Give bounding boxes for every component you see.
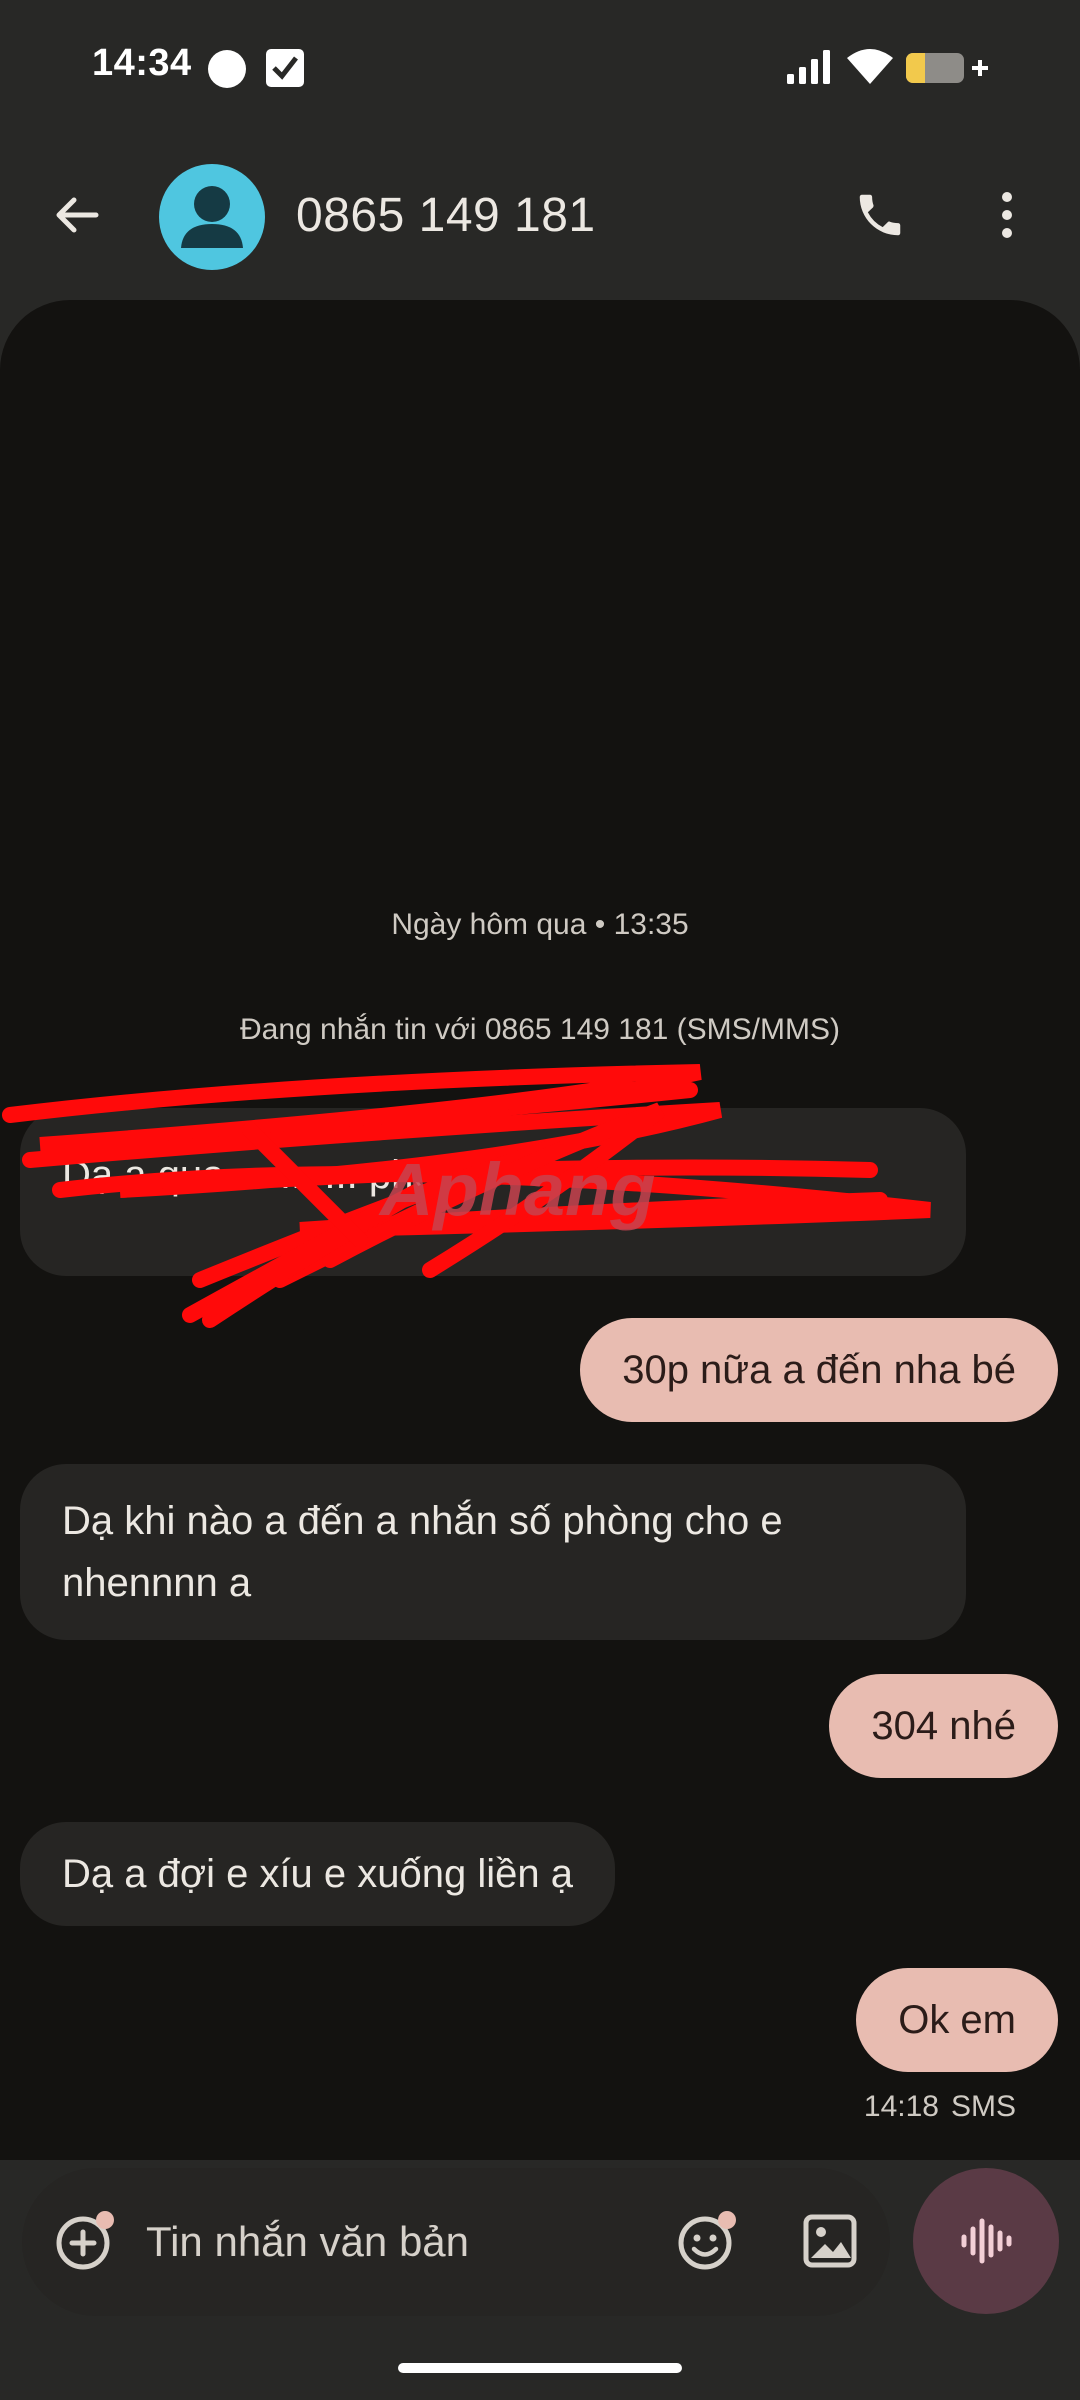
- compose-bar: [22, 2168, 890, 2316]
- contact-avatar[interactable]: [159, 164, 265, 270]
- emoji-icon[interactable]: [674, 2208, 740, 2274]
- message-text: Dạ a đợi e xíu e xuống liền ạ: [62, 1852, 573, 1896]
- message-bubble-outgoing[interactable]: 30p nữa a đến nha bé: [580, 1318, 1058, 1422]
- message-text: 30p nữa a đến nha bé: [622, 1348, 1016, 1392]
- message-time: 14:18: [863, 2090, 939, 2123]
- redaction-scribble: Aphang: [2, 1064, 931, 1328]
- signal-icon: [787, 50, 830, 84]
- watermark-text: Aphang: [378, 1148, 655, 1231]
- date-separator: Ngày hôm qua • 13:35: [391, 908, 689, 941]
- call-button[interactable]: [845, 180, 915, 250]
- person-icon: [181, 186, 243, 248]
- phone-icon: [859, 194, 901, 236]
- add-circle-icon[interactable]: [52, 2208, 118, 2274]
- message-bubble-outgoing[interactable]: Ok em: [856, 1968, 1058, 2072]
- message-text: Ok em: [898, 1998, 1016, 2042]
- message-text: 304 nhé: [871, 1704, 1016, 1748]
- notification-dot-icon: [208, 50, 246, 88]
- voice-message-button[interactable]: [913, 2168, 1059, 2314]
- arrow-left-icon: [56, 197, 99, 233]
- battery-charging-icon: [906, 53, 988, 83]
- message-timestamp: 14:18 SMS: [852, 2090, 1016, 2124]
- status-time: 14:34: [92, 42, 192, 84]
- message-bubble-outgoing[interactable]: 304 nhé: [829, 1674, 1058, 1778]
- message-text: Dạ khi nào a đến a nhắn số phòng cho e n…: [62, 1499, 783, 1605]
- image-icon[interactable]: [797, 2208, 863, 2274]
- more-options-button[interactable]: [972, 180, 1042, 250]
- message-bubble-incoming[interactable]: Dạ khi nào a đến a nhắn số phòng cho e n…: [20, 1464, 966, 1640]
- checkbox-notification-icon: [266, 49, 304, 87]
- more-vertical-icon: [1002, 192, 1012, 238]
- home-indicator[interactable]: [398, 2363, 682, 2373]
- conversation-info: Đang nhắn tin với 0865 149 181 (SMS/MMS): [240, 1013, 840, 1046]
- message-input[interactable]: [146, 2208, 666, 2276]
- contact-name[interactable]: 0865 149 181: [296, 188, 596, 243]
- status-bar: 14:34: [0, 0, 1080, 130]
- message-type: SMS: [950, 2090, 1016, 2123]
- wifi-icon: [847, 49, 893, 84]
- message-bubble-incoming[interactable]: Dạ a đợi e xíu e xuống liền ạ: [20, 1822, 615, 1926]
- conversation-header: 0865 149 181: [0, 130, 1080, 300]
- back-button[interactable]: [42, 180, 112, 250]
- voice-wave-icon: [961, 2218, 1012, 2264]
